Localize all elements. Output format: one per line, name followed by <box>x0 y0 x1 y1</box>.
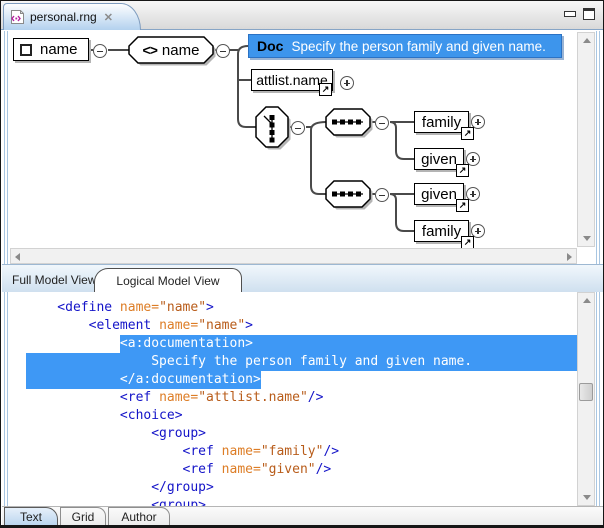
editor-tabbar: personal.rng ✕ <box>1 1 603 30</box>
ref-label: family <box>422 114 461 131</box>
jump-to-definition-icon[interactable] <box>461 236 474 248</box>
scroll-right-icon[interactable] <box>567 253 572 261</box>
code-line: </group> <box>26 479 577 497</box>
ref-label: attlist.name <box>256 72 328 88</box>
scroll-down-icon[interactable] <box>583 495 591 500</box>
diagram-horizontal-scrollbar[interactable] <box>10 248 577 264</box>
close-icon[interactable]: ✕ <box>104 11 113 24</box>
code-editor[interactable]: <define name="name"> <element name="name… <box>10 292 596 506</box>
tab-personal-rng[interactable]: personal.rng ✕ <box>3 3 141 30</box>
element-node[interactable]: <> name <box>129 37 213 63</box>
view-window-buttons <box>564 8 595 20</box>
scroll-up-icon[interactable] <box>583 298 591 303</box>
tab-author[interactable]: Author <box>108 507 170 526</box>
code-line: <group> <box>26 497 577 506</box>
app-window: personal.rng ✕ <box>0 0 604 528</box>
group-node[interactable] <box>326 109 373 138</box>
group-node[interactable] <box>326 181 373 210</box>
code-line: <ref name="family"/> <box>26 443 577 461</box>
file-tab-label: personal.rng <box>30 10 97 24</box>
ref-label: given <box>421 186 457 203</box>
ref-label: family <box>422 223 461 240</box>
tab-grid[interactable]: Grid <box>60 507 106 526</box>
code-line: <ref name="attlist.name"/> <box>26 389 577 407</box>
expand-icon[interactable] <box>340 76 354 90</box>
code-lines[interactable]: <define name="name"> <element name="name… <box>10 299 577 506</box>
maximize-icon[interactable] <box>583 8 595 20</box>
rng-file-icon <box>10 9 25 25</box>
element-icon: <> <box>143 42 157 58</box>
define-label: name <box>40 41 78 58</box>
collapse-icon[interactable] <box>216 44 230 58</box>
doc-text: Specify the person family and given name… <box>291 39 545 54</box>
code-line: Specify the person family and given name… <box>26 353 577 371</box>
diagram-graphics <box>10 31 577 248</box>
panel-border-left <box>1 292 10 506</box>
doc-annotation-node[interactable]: Doc Specify the person family and given … <box>248 34 562 58</box>
define-icon <box>20 44 32 56</box>
code-line: <element name="name"> <box>26 317 577 335</box>
scroll-down-icon[interactable] <box>583 236 591 241</box>
collapse-icon[interactable] <box>93 44 107 58</box>
code-line: <choice> <box>26 407 577 425</box>
tab-full-model-view[interactable]: Full Model View <box>12 273 96 287</box>
define-node[interactable]: name <box>13 38 89 61</box>
code-line: <group> <box>26 425 577 443</box>
jump-to-definition-icon[interactable] <box>319 83 332 96</box>
choice-node[interactable] <box>256 107 291 150</box>
diagram-vertical-scrollbar[interactable] <box>577 32 595 247</box>
collapse-icon[interactable] <box>375 116 389 130</box>
element-label: name <box>162 42 200 59</box>
jump-to-definition-icon[interactable] <box>456 199 469 212</box>
code-line: <a:documentation> <box>26 335 577 353</box>
tab-text[interactable]: Text <box>4 507 58 526</box>
schema-diagram-panel[interactable]: name <> name Doc Specify the person fami… <box>10 31 577 248</box>
ref-label: given <box>421 151 457 168</box>
collapse-icon[interactable] <box>375 188 389 202</box>
code-line: <ref name="given"/> <box>26 461 577 479</box>
code-line: </a:documentation> <box>26 371 577 389</box>
code-line: <define name="name"> <box>26 299 577 317</box>
jump-to-definition-icon[interactable] <box>461 127 474 140</box>
jump-to-definition-icon[interactable] <box>456 164 469 177</box>
tab-logical-model-view[interactable]: Logical Model View <box>94 268 242 293</box>
scroll-left-icon[interactable] <box>15 253 20 261</box>
collapse-icon[interactable] <box>291 121 305 135</box>
page-mode-tabbar: Text Grid Author <box>2 506 604 525</box>
model-view-tabbar: Full Model View Logical Model View <box>2 264 604 292</box>
minimize-icon[interactable] <box>564 11 576 17</box>
panel-border-right <box>594 31 603 264</box>
code-vertical-scrollbar[interactable] <box>577 292 595 506</box>
tab-label: Logical Model View <box>116 274 219 288</box>
scroll-up-icon[interactable] <box>583 38 591 43</box>
doc-badge: Doc <box>257 38 283 54</box>
scrollbar-thumb[interactable] <box>579 383 593 401</box>
panel-border-left <box>1 31 10 264</box>
